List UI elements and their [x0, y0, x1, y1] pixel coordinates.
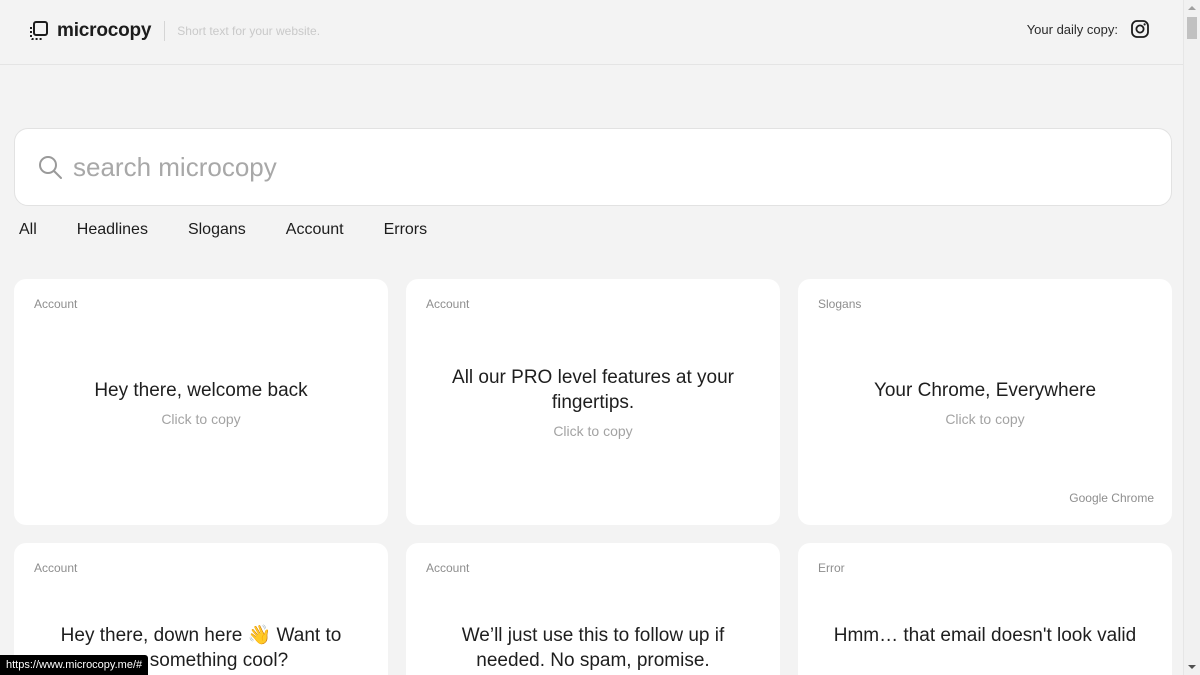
tab-errors[interactable]: Errors: [384, 221, 428, 239]
tab-all[interactable]: All: [19, 221, 37, 239]
tab-account[interactable]: Account: [286, 221, 344, 239]
daily-copy: Your daily copy:: [1027, 19, 1150, 39]
top-bar: microcopy Short text for your website. Y…: [0, 0, 1184, 65]
copy-card[interactable]: Error Hmm… that email doesn't look valid: [798, 543, 1172, 675]
copy-card[interactable]: Slogans Your Chrome, Everywhere Click to…: [798, 279, 1172, 525]
card-text: Hey there, welcome back: [94, 379, 308, 401]
search-icon: [37, 154, 63, 180]
card-text: Hmm… that email doesn't look valid: [833, 625, 1137, 646]
scroll-down-icon[interactable]: [1184, 659, 1200, 675]
brand-divider: [164, 21, 166, 41]
card-source: Google Chrome: [1069, 491, 1154, 505]
card-text: Your Chrome, Everywhere: [873, 379, 1097, 401]
click-to-copy[interactable]: Click to copy: [945, 411, 1024, 427]
search-box[interactable]: [14, 128, 1172, 206]
click-to-copy[interactable]: Click to copy: [553, 423, 632, 439]
brand-tagline: Short text for your website.: [177, 24, 321, 38]
card-text: All our PRO level features at your finge…: [452, 367, 734, 413]
daily-copy-label: Your daily copy:: [1026, 21, 1118, 37]
page-scrollbar[interactable]: [1183, 0, 1200, 675]
copy-card[interactable]: Account Hey there, welcome back Click to…: [14, 279, 388, 525]
scroll-up-icon[interactable]: [1184, 0, 1200, 16]
category-tabs: All Headlines Slogans Account Errors: [19, 221, 467, 239]
brand-name: microcopy: [57, 20, 152, 41]
tab-headlines[interactable]: Headlines: [77, 221, 148, 239]
copy-card[interactable]: Account We’ll just use this to follow up…: [406, 543, 780, 675]
tab-slogans[interactable]: Slogans: [188, 221, 246, 239]
status-bar-url: https://www.microcopy.me/#: [0, 655, 149, 675]
scrollbar-thumb[interactable]: [1187, 17, 1197, 39]
copy-card[interactable]: Account All our PRO level features at yo…: [406, 279, 780, 525]
copy-icon: [29, 21, 49, 41]
card-text: We’ll just use this to follow up if need…: [461, 625, 725, 671]
brand[interactable]: microcopy Short text for your website.: [29, 20, 320, 42]
click-to-copy[interactable]: Click to copy: [161, 411, 240, 427]
search-input[interactable]: [73, 151, 1133, 183]
instagram-icon[interactable]: [1130, 19, 1150, 39]
